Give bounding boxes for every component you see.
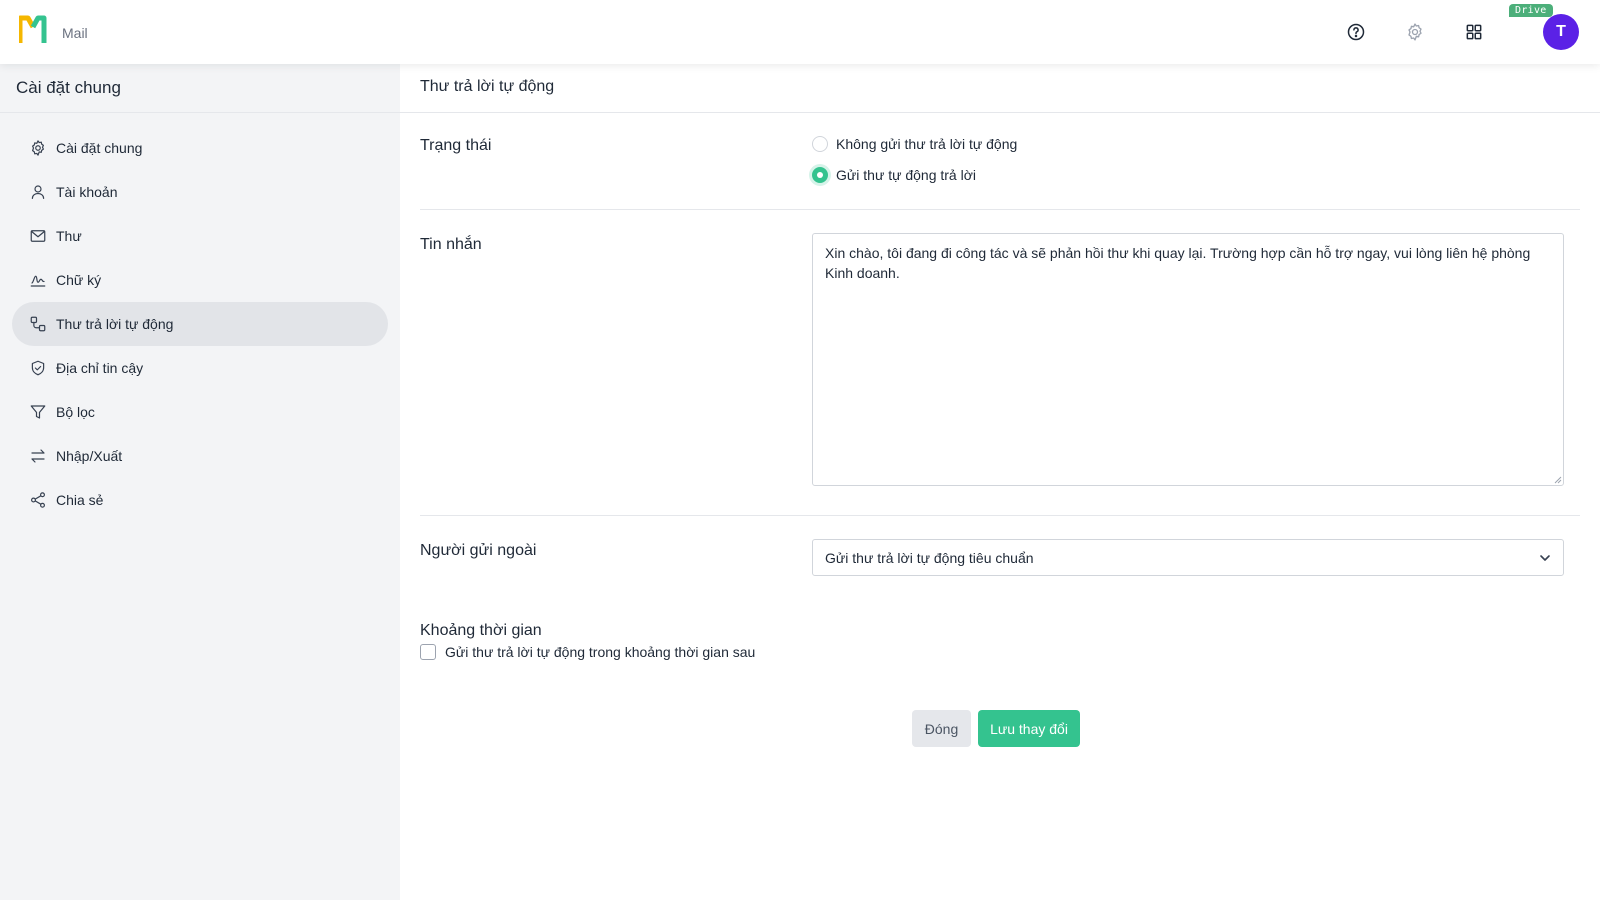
sidebar-item-label: Cài đặt chung bbox=[56, 140, 143, 156]
message-textarea[interactable]: Xin chào, tôi đang đi công tác và sẽ phả… bbox=[812, 233, 1564, 486]
sidebar-item-sharing[interactable]: Chia sẻ bbox=[12, 478, 388, 522]
drive-badge[interactable]: Drive bbox=[1509, 4, 1553, 17]
resize-grip-icon[interactable] bbox=[1552, 474, 1562, 484]
close-button[interactable]: Đóng bbox=[912, 710, 971, 747]
shield-check-icon bbox=[28, 358, 48, 378]
divider bbox=[400, 112, 1600, 113]
time-period-checkbox[interactable] bbox=[420, 644, 436, 660]
auto-reply-icon bbox=[28, 314, 48, 334]
sidebar-item-label: Chia sẻ bbox=[56, 492, 104, 508]
sidebar-item-label: Thư bbox=[56, 228, 82, 244]
select-value: Gửi thư trả lời tự động tiêu chuẩn bbox=[825, 549, 1034, 566]
time-period-checkbox-row[interactable]: Gửi thư trả lời tự động trong khoảng thờ… bbox=[420, 644, 755, 660]
radio-button[interactable] bbox=[812, 167, 828, 183]
status-label: Trạng thái bbox=[420, 137, 492, 154]
sidebar-item-label: Tài khoản bbox=[56, 184, 118, 200]
divider bbox=[420, 515, 1580, 516]
sidebar-item-auto-reply[interactable]: Thư trả lời tự động bbox=[12, 302, 388, 346]
app-name: Mail bbox=[62, 25, 88, 41]
settings-nav: Cài đặt chung Tài khoản Thư Chữ ký Thư t… bbox=[12, 126, 388, 522]
app-logo[interactable] bbox=[19, 15, 51, 45]
sidebar-item-label: Chữ ký bbox=[56, 272, 102, 288]
auto-reply-panel: Thư trả lời tự động Trạng thái Không gửi… bbox=[400, 64, 1600, 900]
sidebar-item-label: Thư trả lời tự động bbox=[56, 316, 174, 332]
page-title: Thư trả lời tự động bbox=[420, 78, 555, 95]
gear-icon bbox=[28, 138, 48, 158]
external-senders-select[interactable]: Gửi thư trả lời tự động tiêu chuẩn bbox=[812, 539, 1564, 576]
sidebar-item-label: Nhập/Xuất bbox=[56, 448, 123, 464]
filter-icon bbox=[28, 402, 48, 422]
apps-grid-icon[interactable] bbox=[1462, 20, 1486, 44]
radio-label: Gửi thư tự động trả lời bbox=[836, 167, 977, 183]
chevron-down-icon bbox=[1540, 555, 1550, 561]
save-changes-button[interactable]: Lưu thay đổi bbox=[978, 710, 1080, 747]
sidebar-item-import-export[interactable]: Nhập/Xuất bbox=[12, 434, 388, 478]
sidebar-item-trusted-addresses[interactable]: Địa chỉ tin cậy bbox=[12, 346, 388, 390]
external-senders-label: Người gửi ngoài bbox=[420, 542, 537, 559]
sidebar-item-label: Bộ lọc bbox=[56, 404, 95, 420]
radio-no-auto-reply[interactable]: Không gửi thư trả lời tự động bbox=[812, 136, 1017, 152]
top-bar: Mail Drive T bbox=[0, 0, 1600, 64]
radio-label: Không gửi thư trả lời tự động bbox=[836, 136, 1018, 152]
signature-icon bbox=[28, 270, 48, 290]
message-label: Tin nhắn bbox=[420, 236, 482, 253]
checkbox-label: Gửi thư trả lời tự động trong khoảng thờ… bbox=[445, 644, 756, 660]
sidebar-title: Cài đặt chung bbox=[16, 78, 121, 97]
time-period-label: Khoảng thời gian bbox=[420, 622, 542, 639]
divider bbox=[0, 112, 400, 113]
sidebar-item-general[interactable]: Cài đặt chung bbox=[12, 126, 388, 170]
share-icon bbox=[28, 490, 48, 510]
sidebar-item-filters[interactable]: Bộ lọc bbox=[12, 390, 388, 434]
sidebar-item-signature[interactable]: Chữ ký bbox=[12, 258, 388, 302]
user-icon bbox=[28, 182, 48, 202]
mail-icon bbox=[28, 226, 48, 246]
settings-sidebar: Cài đặt chung Cài đặt chung Tài khoản Th… bbox=[0, 64, 400, 900]
sidebar-item-account[interactable]: Tài khoản bbox=[12, 170, 388, 214]
import-export-icon bbox=[28, 446, 48, 466]
sidebar-item-label: Địa chỉ tin cậy bbox=[56, 360, 144, 376]
radio-button[interactable] bbox=[812, 136, 828, 152]
sidebar-item-mail[interactable]: Thư bbox=[12, 214, 388, 258]
radio-send-auto-reply[interactable]: Gửi thư tự động trả lời bbox=[812, 167, 976, 183]
help-circle-icon[interactable] bbox=[1344, 20, 1368, 44]
divider bbox=[420, 209, 1580, 210]
gear-icon[interactable] bbox=[1403, 20, 1427, 44]
avatar[interactable]: T bbox=[1543, 14, 1579, 50]
